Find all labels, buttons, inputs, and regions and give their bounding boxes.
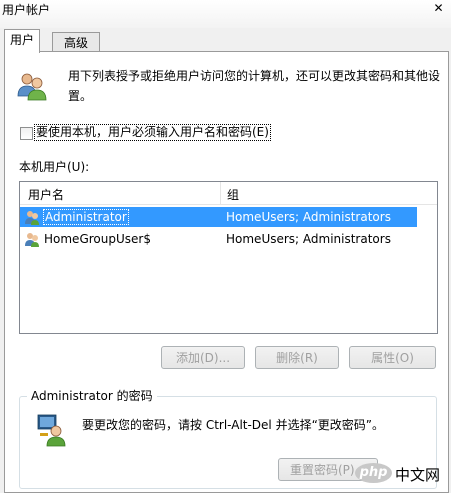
user-group: HomeUsers; Administrators bbox=[226, 210, 391, 224]
tab-advanced[interactable]: 高级 bbox=[52, 32, 100, 53]
table-row[interactable]: Administrator HomeUsers; Administrators bbox=[20, 207, 417, 227]
watermark: php 中文网 bbox=[355, 461, 451, 487]
intro-text: 用下列表授予或拒绝用户访问您的计算机，还可以更改其密码和其他设置。 bbox=[68, 69, 441, 103]
title-bar: 用户帐户 ✕ bbox=[0, 0, 451, 28]
table-row[interactable]: HomeGroupUser$ HomeUsers; Administrators bbox=[20, 229, 417, 249]
users-icon bbox=[17, 73, 47, 101]
password-group-title: Administrator 的密码 bbox=[27, 387, 157, 404]
user-key-icon bbox=[37, 414, 66, 447]
close-icon[interactable]: ✕ bbox=[426, 0, 451, 16]
watermark-logo: php bbox=[355, 463, 392, 483]
user-name: HomeGroupUser$ bbox=[44, 232, 151, 246]
user-group: HomeUsers; Administrators bbox=[226, 232, 391, 246]
local-users-label: 本机用户(U): bbox=[19, 160, 90, 174]
tab-users[interactable]: 用户 bbox=[4, 29, 40, 53]
remove-user-button[interactable]: 删除(R) bbox=[255, 346, 339, 369]
column-username[interactable]: 用户名 bbox=[28, 186, 64, 203]
column-group[interactable]: 组 bbox=[227, 186, 239, 203]
user-icon bbox=[25, 211, 39, 225]
add-user-button[interactable]: 添加(D)... bbox=[161, 346, 245, 369]
column-divider[interactable] bbox=[220, 182, 221, 204]
window-title: 用户帐户 bbox=[2, 3, 51, 17]
require-login-checkbox[interactable] bbox=[20, 127, 33, 140]
column-header: 用户名 组 bbox=[20, 182, 437, 205]
users-list[interactable]: 用户名 组 Administrator HomeUsers; Administr… bbox=[19, 181, 438, 334]
user-name: Administrator bbox=[43, 209, 129, 225]
password-instructions: 要更改您的密码，请按 Ctrl-Alt-Del 并选择“更改密码”。 bbox=[82, 418, 385, 432]
user-icon bbox=[25, 233, 39, 247]
tab-strip: 用户 高级 bbox=[0, 29, 451, 53]
watermark-text: 中文网 bbox=[395, 466, 441, 484]
properties-button[interactable]: 属性(O) bbox=[349, 346, 436, 369]
require-login-label[interactable]: 要使用本机，用户必须输入用户名和密码(E) bbox=[34, 124, 271, 141]
